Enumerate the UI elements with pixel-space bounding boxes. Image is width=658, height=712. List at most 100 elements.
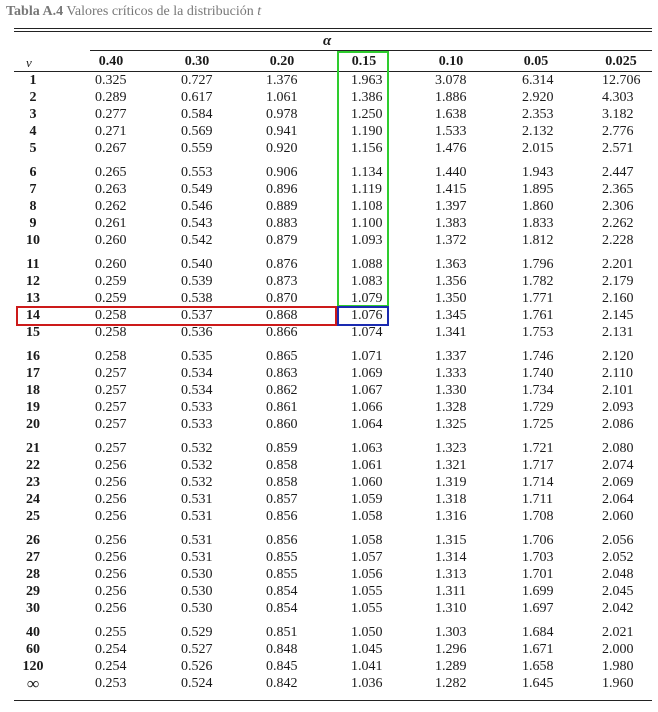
alpha-symbol: α (323, 33, 332, 49)
table-cell: 0.532 (181, 441, 213, 456)
row-label: 6 (29, 165, 37, 180)
table-cell: 2.074 (602, 458, 634, 473)
table-cell: 1.058 (351, 509, 383, 524)
table-cell: 0.549 (181, 182, 213, 197)
table-cell: 1.372 (435, 233, 467, 248)
table-cell: 2.042 (602, 601, 634, 616)
table-cell: 1.746 (522, 349, 554, 364)
row-label: 10 (26, 233, 40, 248)
table-cell: 0.256 (95, 601, 127, 616)
table-cell: 2.015 (522, 141, 554, 156)
table-cell: 0.532 (181, 458, 213, 473)
table-cell: 2.920 (522, 90, 554, 105)
table-cell: 0.529 (181, 625, 213, 640)
table-cell: 0.856 (266, 509, 298, 524)
table-cell: 1.671 (522, 642, 554, 657)
table-cell: 0.617 (181, 90, 213, 105)
row-label: 26 (26, 533, 40, 548)
row-label: 60 (26, 642, 40, 657)
table-cell: 2.353 (522, 107, 554, 122)
table-cell: 0.920 (266, 141, 298, 156)
table-cell: 1.697 (522, 601, 554, 616)
row-label: 22 (26, 458, 40, 473)
table-cell: 0.534 (181, 383, 213, 398)
table-cell: 0.535 (181, 349, 213, 364)
table-cell: 0.260 (95, 233, 127, 248)
row-label: 40 (26, 625, 40, 640)
top-rule (14, 28, 652, 29)
table-cell: 1.753 (522, 325, 554, 340)
table-cell: 0.267 (95, 141, 127, 156)
table-cell: 1.708 (522, 509, 554, 524)
table-cell: 1.341 (435, 325, 467, 340)
table-caption-symbol: t (257, 4, 262, 19)
table-cell: 2.120 (602, 349, 634, 364)
row-label: 29 (26, 584, 40, 599)
table-cell: 12.706 (602, 73, 641, 88)
table-cell: 1.325 (435, 417, 467, 432)
table-cell: 0.277 (95, 107, 127, 122)
table-cell: 0.289 (95, 90, 127, 105)
table-cell: 0.530 (181, 567, 213, 582)
table-cell: 3.078 (435, 73, 467, 88)
table-cell: 1.069 (351, 366, 383, 381)
table-cell: 0.569 (181, 124, 213, 139)
table-cell: 1.734 (522, 383, 554, 398)
table-cell: 0.862 (266, 383, 298, 398)
table-cell: 2.306 (602, 199, 634, 214)
table-cell: 0.256 (95, 509, 127, 524)
table-number: Tabla A.4 (6, 4, 64, 19)
table-cell: 2.060 (602, 509, 634, 524)
table-cell: 0.257 (95, 400, 127, 415)
table-title: Tabla A.4 Valores críticos de la distrib… (6, 4, 261, 20)
table-cell: 2.110 (602, 366, 633, 381)
table-cell: 1.415 (435, 182, 467, 197)
table-cell: 1.833 (522, 216, 554, 231)
row-label: 19 (26, 400, 40, 415)
table-cell: 0.861 (266, 400, 298, 415)
column-header: 0.10 (438, 54, 464, 69)
row-label: 7 (29, 182, 37, 197)
table-cell: 1.645 (522, 676, 554, 691)
table-cell: 2.228 (602, 233, 634, 248)
table-cell: 0.855 (266, 550, 298, 565)
table-cell: 2.021 (602, 625, 634, 640)
table-cell: 2.101 (602, 383, 634, 398)
table-cell: 1.701 (522, 567, 554, 582)
table-cell: 2.571 (602, 141, 634, 156)
table-cell: 1.061 (351, 458, 383, 473)
table-cell: 1.383 (435, 216, 467, 231)
table-cell: 0.265 (95, 165, 127, 180)
table-cell: 1.316 (435, 509, 467, 524)
table-cell: 0.856 (266, 533, 298, 548)
table-cell: 1.055 (351, 584, 383, 599)
table-cell: 1.356 (435, 274, 467, 289)
table-cell: 0.873 (266, 274, 298, 289)
table-cell: 1.771 (522, 291, 554, 306)
table-cell: 0.527 (181, 642, 213, 657)
table-cell: 1.050 (351, 625, 383, 640)
table-cell: 0.256 (95, 492, 127, 507)
table-cell: 0.259 (95, 274, 127, 289)
table-cell: 1.289 (435, 659, 467, 674)
table-cell: 1.310 (435, 601, 467, 616)
row-label: 13 (26, 291, 40, 306)
table-cell: 4.303 (602, 90, 634, 105)
table-cell: 0.253 (95, 676, 127, 691)
table-cell: 1.363 (435, 257, 467, 272)
highlight-row-box (16, 306, 337, 326)
table-cell: 0.533 (181, 400, 213, 415)
table-cell: 0.255 (95, 625, 127, 640)
row-label: 12 (26, 274, 40, 289)
row-label: 20 (26, 417, 40, 432)
table-cell: 0.559 (181, 141, 213, 156)
row-label: 1 (29, 73, 37, 88)
table-cell: 2.201 (602, 257, 634, 272)
table-cell: 1.058 (351, 533, 383, 548)
row-label: 15 (26, 325, 40, 340)
row-label: 3 (29, 107, 37, 122)
table-cell: 0.539 (181, 274, 213, 289)
table-cell: 0.553 (181, 165, 213, 180)
table-cell: 1.314 (435, 550, 467, 565)
table-cell: 2.160 (602, 291, 634, 306)
